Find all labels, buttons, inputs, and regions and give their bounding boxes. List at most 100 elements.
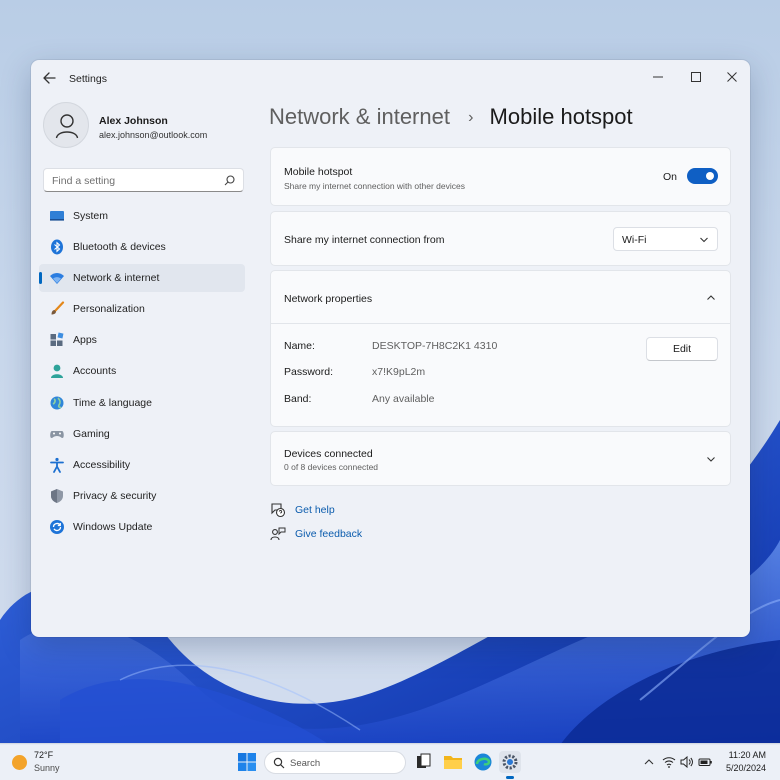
page-title: Mobile hotspot — [489, 104, 633, 129]
sidebar-item-label: Network & internet — [73, 272, 160, 285]
devices-connected-card[interactable]: Devices connected 0 of 8 devices connect… — [270, 431, 731, 486]
share-connection-label: Share my internet connection from — [284, 234, 445, 246]
chevron-up-icon[interactable] — [643, 756, 655, 768]
help-icon — [271, 503, 286, 518]
sidebar-item-bluetooth[interactable]: Bluetooth & devices — [39, 233, 245, 261]
get-help-label: Get help — [295, 504, 335, 516]
share-connection-dropdown[interactable]: Wi-Fi — [613, 227, 718, 251]
active-app-indicator — [506, 776, 514, 779]
sidebar-nav: System Bluetooth & devices Network & int… — [39, 202, 245, 544]
sidebar-item-apps[interactable]: Apps — [39, 326, 245, 354]
collapse-button[interactable] — [704, 291, 718, 305]
mobile-hotspot-toggle[interactable] — [687, 168, 718, 184]
chevron-down-icon — [700, 237, 708, 243]
give-feedback-label: Give feedback — [295, 528, 363, 540]
minimize-button[interactable] — [642, 65, 674, 89]
settings-window: Settings Alex Johnson alex.johnson@outlo… — [31, 60, 750, 637]
chevron-up-icon — [707, 295, 715, 300]
user-name: Alex Johnson — [99, 115, 168, 127]
sidebar-item-accessibility[interactable]: Accessibility — [39, 451, 245, 479]
network-properties-card: Network properties Name: DESKTOP-7H8C2K1… — [270, 270, 731, 427]
search-icon — [273, 757, 285, 769]
mobile-hotspot-subtitle: Share my internet connection with other … — [284, 181, 465, 191]
sidebar-item-label: Bluetooth & devices — [73, 241, 166, 254]
brush-icon — [51, 301, 65, 315]
globe-icon — [50, 396, 64, 410]
mobile-hotspot-title: Mobile hotspot — [284, 166, 353, 178]
taskbar-search-placeholder: Search — [290, 758, 321, 769]
clock-date[interactable]: 5/20/2024 — [726, 763, 766, 773]
dropdown-value: Wi-Fi — [622, 234, 647, 246]
edit-button[interactable]: Edit — [646, 337, 718, 361]
user-email: alex.johnson@outlook.com — [99, 130, 208, 140]
mobile-hotspot-card: Mobile hotspot Share my internet connect… — [270, 147, 731, 206]
breadcrumb-separator: › — [468, 109, 474, 126]
person-icon — [51, 365, 63, 379]
maximize-icon — [691, 72, 701, 82]
maximize-button[interactable] — [680, 65, 712, 89]
expand-button[interactable] — [704, 452, 718, 466]
speaker-icon[interactable] — [680, 756, 694, 768]
search-placeholder: Find a setting — [52, 175, 116, 187]
chevron-down-icon — [707, 457, 715, 462]
sun-icon — [12, 755, 27, 770]
toggle-state-label: On — [662, 171, 677, 183]
gamepad-icon — [50, 430, 64, 438]
band-value: Any available — [372, 393, 435, 405]
monitor-icon — [50, 211, 64, 221]
update-icon — [50, 519, 64, 534]
name-label: Name: — [284, 340, 315, 352]
battery-icon[interactable] — [698, 756, 713, 768]
sidebar-item-label: Gaming — [73, 427, 110, 440]
taskbar-search-input[interactable]: Search — [264, 751, 406, 774]
name-value: DESKTOP-7H8C2K1 4310 — [372, 340, 498, 352]
close-icon — [727, 72, 737, 82]
accessibility-icon — [50, 457, 64, 473]
search-icon — [224, 175, 235, 186]
sidebar-item-network[interactable]: Network & internet — [39, 264, 245, 293]
arrow-left-icon — [43, 72, 56, 84]
file-explorer-icon[interactable] — [442, 751, 464, 773]
close-button[interactable] — [716, 65, 748, 89]
settings-gear-icon[interactable] — [499, 751, 521, 773]
breadcrumb-parent[interactable]: Network & internet — [269, 104, 450, 129]
sidebar-item-windows-update[interactable]: Windows Update — [39, 513, 245, 541]
sidebar-item-system[interactable]: System — [39, 202, 245, 230]
share-connection-card: Share my internet connection from Wi-Fi — [270, 211, 731, 266]
sidebar-item-time-language[interactable]: Time & language — [39, 389, 245, 417]
sidebar-item-personalization[interactable]: Personalization — [39, 295, 245, 323]
password-label: Password: — [284, 366, 334, 378]
edge-browser-icon[interactable] — [472, 751, 494, 773]
sidebar-item-privacy[interactable]: Privacy & security — [39, 482, 245, 510]
breadcrumb: Network & internet › Mobile hotspot — [269, 104, 633, 130]
devices-connected-subtitle: 0 of 8 devices connected — [284, 462, 379, 472]
window-title: Settings — [69, 73, 107, 85]
bluetooth-icon — [51, 239, 63, 255]
sidebar-item-label: Time & language — [73, 396, 152, 409]
title-bar: Settings — [31, 60, 750, 96]
clock-time[interactable]: 11:20 AM — [729, 750, 766, 760]
settings-search-input[interactable]: Find a setting — [43, 168, 244, 192]
band-label: Band: — [284, 393, 312, 405]
sidebar-item-label: Accounts — [73, 365, 117, 378]
person-icon — [55, 114, 79, 139]
taskbar: 72°F Sunny Search 11:20 AM 5/20/2024 — [0, 743, 780, 780]
password-value: x7!K9pL2m — [372, 366, 426, 378]
network-properties-title: Network properties — [284, 293, 373, 305]
avatar — [43, 102, 89, 148]
wifi-icon — [50, 273, 64, 285]
back-button[interactable] — [39, 68, 61, 88]
devices-connected-title: Devices connected — [284, 448, 373, 460]
sidebar-item-label: Windows Update — [73, 520, 153, 533]
weather-temperature: 72°F — [34, 750, 54, 760]
sidebar-item-accounts[interactable]: Accounts — [39, 357, 245, 385]
minimize-icon — [653, 76, 663, 78]
shield-icon — [51, 488, 63, 503]
sidebar-item-label: System — [73, 210, 109, 222]
feedback-icon — [270, 527, 286, 541]
wifi-icon[interactable] — [662, 756, 676, 768]
sidebar-item-label: Privacy & security — [73, 489, 157, 502]
sidebar-item-gaming[interactable]: Gaming — [39, 420, 245, 448]
windows-start-icon[interactable] — [236, 751, 258, 773]
task-view-icon[interactable] — [412, 751, 434, 773]
